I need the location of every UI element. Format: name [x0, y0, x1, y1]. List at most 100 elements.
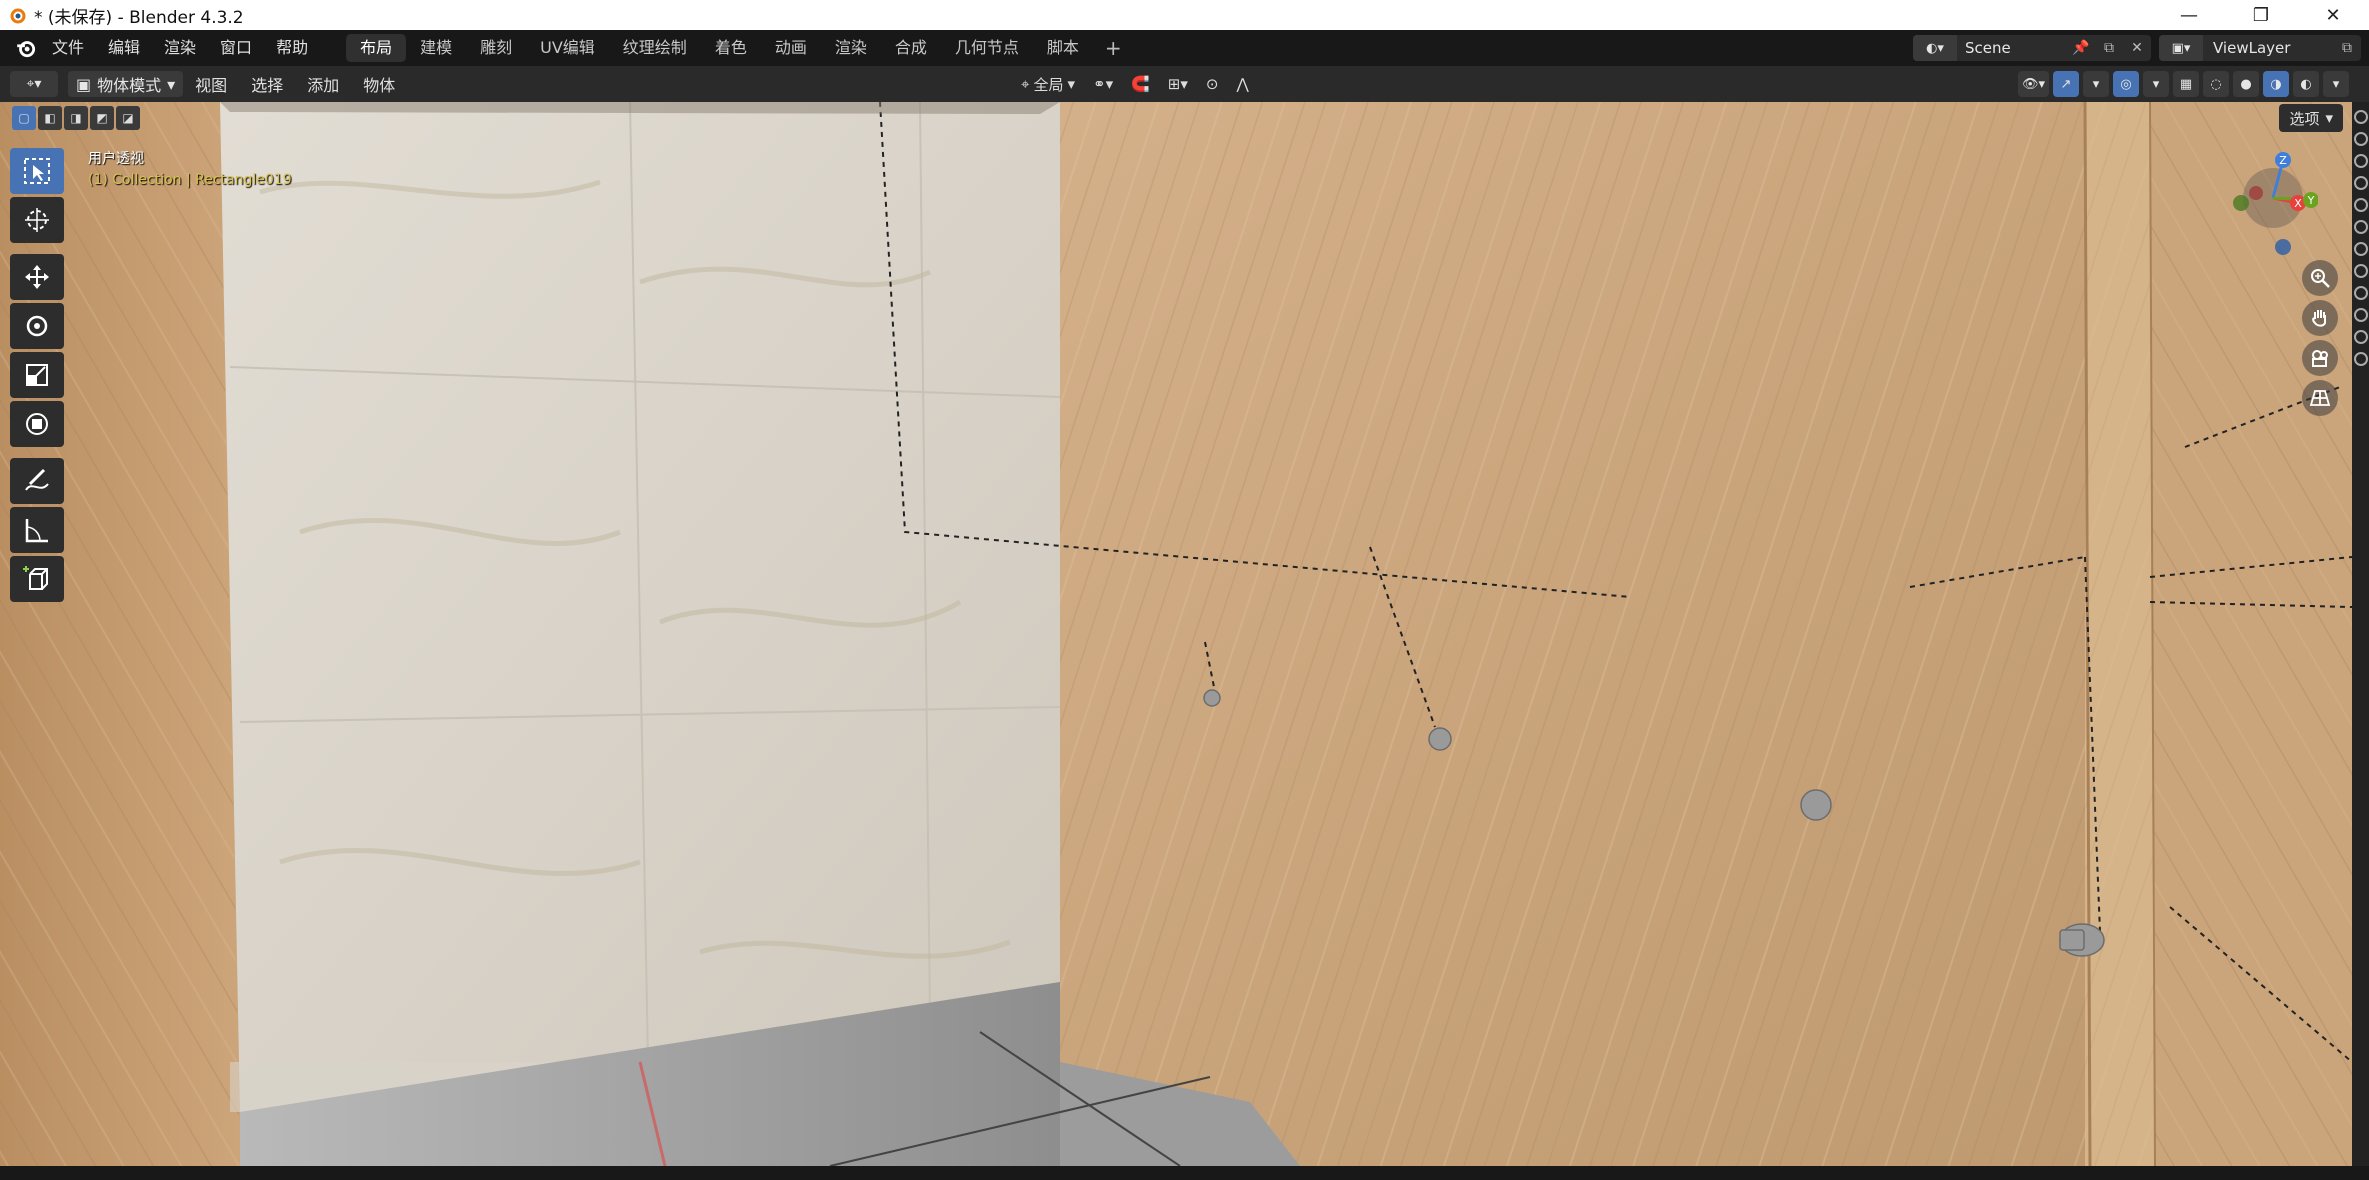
solid-shading-button[interactable]: ●	[2233, 71, 2259, 97]
pin-icon[interactable]: 📌	[2067, 35, 2095, 61]
visibility-eye-icon[interactable]	[2353, 308, 2368, 322]
visibility-eye-icon[interactable]	[2353, 242, 2368, 256]
falloff-dropdown[interactable]: ⋀	[1230, 71, 1254, 97]
visibility-eye-icon[interactable]	[2353, 264, 2368, 278]
rendered-shading-button[interactable]: ◐	[2293, 71, 2319, 97]
visibility-eye-icon[interactable]	[2353, 110, 2368, 124]
axis-z-label: Z	[2279, 154, 2287, 167]
restore-button[interactable]: ❐	[2225, 0, 2297, 30]
menu-object[interactable]: 物体	[351, 72, 407, 96]
camera-view-button[interactable]	[2302, 340, 2338, 376]
measure-tool[interactable]	[10, 507, 64, 553]
add-cube-icon	[23, 566, 48, 590]
tab-scripting[interactable]: 脚本	[1033, 34, 1093, 62]
menu-view[interactable]: 视图	[183, 72, 239, 96]
visibility-eye-icon[interactable]	[2353, 220, 2368, 234]
scale-tool[interactable]	[10, 352, 64, 398]
select-invert-button[interactable]: ◩	[90, 106, 114, 130]
tab-modeling[interactable]: 建模	[406, 34, 466, 62]
visibility-eye-icon[interactable]	[2353, 286, 2368, 300]
select-intersect-button[interactable]: ◪	[116, 106, 140, 130]
mode-icon: ▣	[76, 74, 92, 94]
view-layer-selector[interactable]: ▣▾ ViewLayer ⧉	[2159, 35, 2361, 61]
tab-compositing[interactable]: 合成	[881, 34, 941, 62]
transform-orientation-dropdown[interactable]: ⌖ 全局 ▾	[1015, 71, 1081, 97]
visibility-eye-icon[interactable]	[2353, 352, 2368, 366]
hand-icon	[2312, 310, 2326, 327]
menu-add[interactable]: 添加	[295, 72, 351, 96]
visibility-eye-icon[interactable]	[2353, 198, 2368, 212]
shading-dropdown[interactable]: ▾	[2323, 71, 2349, 97]
rotate-tool[interactable]	[10, 303, 64, 349]
tab-sculpting[interactable]: 雕刻	[466, 34, 526, 62]
grid-perspective-icon	[2309, 390, 2331, 406]
wireframe-shading-button[interactable]: ◌	[2203, 71, 2229, 97]
select-box-tool[interactable]	[10, 148, 64, 194]
material-preview-button[interactable]: ◑	[2263, 71, 2289, 97]
remove-scene-icon[interactable]: ✕	[2123, 35, 2151, 61]
overlay-dropdown[interactable]: ▾	[2143, 71, 2169, 97]
select-extend-button[interactable]: ◧	[38, 106, 62, 130]
falloff-icon: ⋀	[1236, 75, 1249, 93]
tab-animation[interactable]: 动画	[761, 34, 821, 62]
view-layer-icon[interactable]: ▣▾	[2159, 35, 2203, 61]
blender-menu-icon[interactable]	[12, 34, 40, 62]
visibility-eye-icon[interactable]	[2353, 132, 2368, 146]
orientation-icon: ⌖	[1021, 75, 1030, 93]
menu-select[interactable]: 选择	[239, 72, 295, 96]
cursor-tool[interactable]	[10, 197, 64, 243]
new-scene-icon[interactable]: ⧉	[2095, 35, 2123, 61]
pan-button[interactable]	[2302, 300, 2338, 336]
snap-target-dropdown[interactable]: ⊞▾	[1162, 71, 1194, 97]
menu-file[interactable]: 文件	[40, 30, 96, 66]
menu-window[interactable]: 窗口	[208, 30, 264, 66]
visibility-eye-icon[interactable]	[2353, 330, 2368, 344]
pivot-point-dropdown[interactable]: ⚭▾	[1087, 71, 1119, 97]
close-button[interactable]: ✕	[2297, 0, 2369, 30]
gizmo-dropdown[interactable]: ▾	[2083, 71, 2109, 97]
snap-toggle[interactable]: 🧲	[1125, 71, 1156, 97]
editor-type-icon[interactable]: ⌖▾	[10, 71, 58, 97]
tab-rendering[interactable]: 渲染	[821, 34, 881, 62]
menu-help[interactable]: 帮助	[264, 30, 320, 66]
visibility-eye-icon[interactable]	[2353, 154, 2368, 168]
transform-tool[interactable]	[10, 401, 64, 447]
scene-name[interactable]: Scene	[1957, 39, 2067, 57]
tab-layout[interactable]: 布局	[346, 34, 407, 62]
tab-geometry-nodes[interactable]: 几何节点	[941, 34, 1033, 62]
visibility-eye-icon[interactable]	[2353, 176, 2368, 190]
axis-x-label: X	[2294, 197, 2302, 210]
annotate-tool[interactable]	[10, 458, 64, 504]
options-dropdown[interactable]: 选项 ▾	[2279, 104, 2343, 132]
3d-viewport[interactable]	[0, 102, 2352, 1166]
move-tool[interactable]	[10, 254, 64, 300]
select-new-button[interactable]: ▢	[12, 106, 36, 130]
overlay-toggle[interactable]: ◎	[2113, 71, 2139, 97]
proportional-edit-toggle[interactable]: ⊙	[1200, 71, 1225, 97]
chevron-down-icon: ▾	[1067, 75, 1075, 93]
gizmo-toggle[interactable]: ↗	[2053, 71, 2079, 97]
blender-logo-icon	[6, 4, 28, 26]
proportional-icon: ⊙	[1205, 75, 1219, 93]
minimize-button[interactable]: —	[2153, 0, 2225, 30]
tab-shading[interactable]: 着色	[701, 34, 761, 62]
visibility-dropdown[interactable]: 👁▾	[2017, 71, 2049, 97]
navigation-gizmo[interactable]: Z X Y	[2228, 148, 2319, 258]
object-mode-dropdown[interactable]: ▣ 物体模式 ▾	[68, 71, 184, 97]
tab-texture-paint[interactable]: 纹理绘制	[609, 34, 701, 62]
menu-edit[interactable]: 编辑	[96, 30, 152, 66]
xray-toggle[interactable]: ▦	[2173, 71, 2199, 97]
chevron-down-icon: ▾	[167, 74, 176, 94]
zoom-icon	[2311, 269, 2330, 288]
ortho-toggle-button[interactable]	[2302, 380, 2338, 416]
zoom-button[interactable]	[2302, 260, 2338, 296]
new-view-layer-icon[interactable]: ⧉	[2333, 35, 2361, 61]
add-cube-tool[interactable]	[10, 556, 64, 602]
scene-selector[interactable]: ◐▾ Scene 📌 ⧉ ✕	[1913, 35, 2151, 61]
add-workspace-button[interactable]: +	[1093, 36, 1134, 60]
tab-uv-editing[interactable]: UV编辑	[526, 34, 609, 62]
view-layer-name[interactable]: ViewLayer	[2203, 39, 2333, 57]
select-subtract-button[interactable]: ◨	[64, 106, 88, 130]
scene-type-icon[interactable]: ◐▾	[1913, 35, 1957, 61]
menu-render[interactable]: 渲染	[152, 30, 208, 66]
